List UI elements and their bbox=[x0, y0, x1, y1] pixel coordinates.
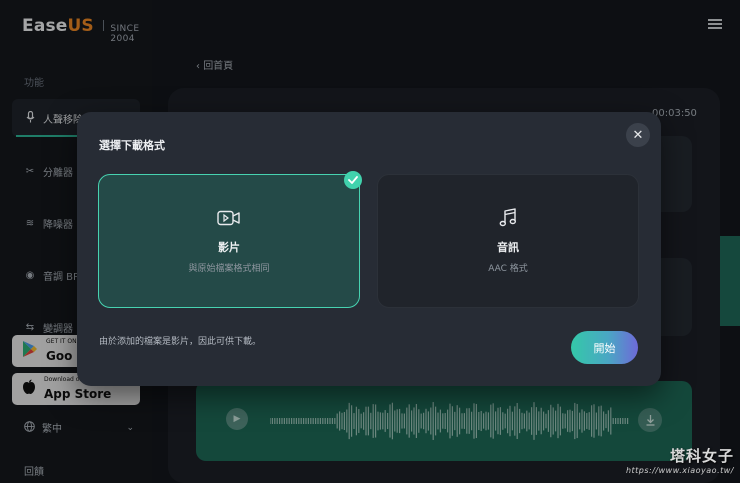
option-title: 影片 bbox=[218, 241, 240, 254]
watermark: 塔科女子 https://www.xiaoyao.tw/ bbox=[626, 445, 734, 475]
watermark-title: 塔科女子 bbox=[669, 447, 734, 465]
selected-check-icon bbox=[344, 171, 362, 189]
watermark-url: https://www.xiaoyao.tw/ bbox=[625, 466, 734, 475]
download-format-dialog: 選擇下載格式 ✕ 影片 與原始檔案格式相同 音訊 AAC 格式 由於添加的檔案是… bbox=[77, 112, 661, 386]
dialog-title: 選擇下載格式 bbox=[99, 139, 165, 152]
option-subtitle: 與原始檔案格式相同 bbox=[188, 264, 270, 274]
start-button[interactable]: 開始 bbox=[571, 331, 638, 364]
video-icon bbox=[217, 207, 241, 229]
download-note: 由於添加的檔案是影片，因此可供下載。 bbox=[99, 337, 262, 347]
close-icon: ✕ bbox=[632, 127, 644, 143]
music-note-icon bbox=[499, 207, 517, 229]
format-option-video[interactable]: 影片 與原始檔案格式相同 bbox=[98, 174, 360, 308]
close-button[interactable]: ✕ bbox=[626, 123, 650, 147]
option-title: 音訊 bbox=[497, 241, 519, 254]
option-subtitle: AAC 格式 bbox=[488, 264, 528, 274]
format-option-audio[interactable]: 音訊 AAC 格式 bbox=[377, 174, 639, 308]
